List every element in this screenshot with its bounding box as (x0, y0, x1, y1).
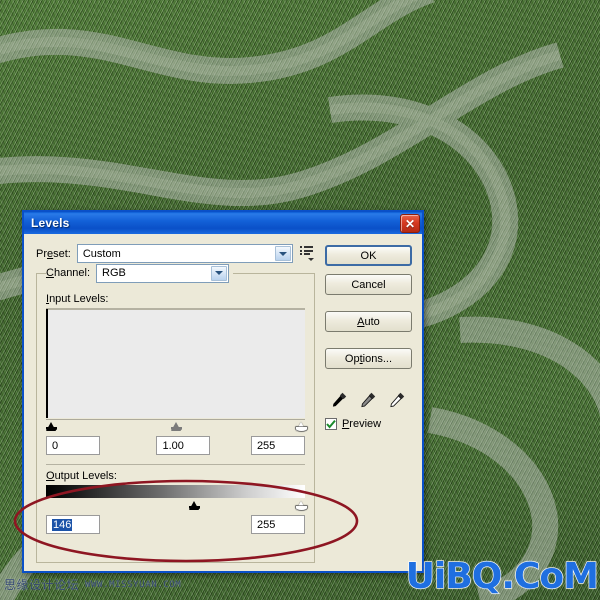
channel-label: Channel: (46, 267, 91, 279)
input-levels-label: Input Levels: (46, 293, 109, 305)
set-black-point-eyedropper[interactable] (331, 391, 348, 408)
eyedropper-group (325, 391, 412, 408)
preview-label: Preview (341, 418, 382, 430)
preset-options-icon[interactable] (299, 245, 315, 262)
input-black-field[interactable]: 0 (46, 436, 100, 455)
input-gamma-field[interactable]: 1.00 (156, 436, 211, 455)
output-levels-slider[interactable] (46, 499, 307, 510)
watermark-bottom-left: 思缘设计论坛 WWW.MISSYUAN.COM (4, 576, 181, 593)
check-icon (326, 419, 336, 429)
channel-row: Channel: RGB (46, 263, 233, 283)
chevron-down-icon (274, 246, 291, 261)
levels-dialog: Levels ✕ Preset: Custom Channel: RGB Inp… (22, 210, 424, 573)
output-black-field[interactable]: 146 (46, 515, 100, 534)
output-levels-label: Output Levels: (46, 470, 117, 482)
cancel-button[interactable]: Cancel (324, 274, 412, 295)
input-gamma-handle[interactable] (170, 422, 182, 431)
close-icon: ✕ (404, 216, 416, 231)
options-label: Options... (344, 352, 393, 365)
preview-checkbox[interactable] (324, 418, 337, 430)
dialog-titlebar[interactable]: Levels ✕ (24, 212, 422, 234)
output-black-point-handle[interactable] (188, 501, 200, 510)
histogram (46, 308, 305, 418)
auto-label: Auto (357, 315, 380, 328)
channel-value: RGB (102, 267, 126, 279)
preview-row: Preview (324, 418, 412, 430)
dialog-title: Levels (31, 216, 70, 230)
options-button[interactable]: Options... (324, 348, 412, 369)
watermark-url-text: WWW.MISSYUAN.COM (85, 579, 182, 590)
preset-label: Preset: (36, 247, 71, 260)
dialog-buttons-column: OK Cancel Auto Options... Preview (324, 243, 412, 563)
preset-row: Preset: Custom (36, 243, 315, 264)
input-black-point-handle[interactable] (45, 422, 57, 431)
ok-button[interactable]: OK (324, 245, 412, 266)
levels-groupbox: Channel: RGB Input Levels: 0 1.00 255 Ou… (36, 263, 315, 563)
output-gradient-bar (46, 485, 305, 498)
watermark-bottom-right: UiBQ.CoM (405, 555, 599, 597)
section-divider (46, 464, 305, 465)
watermark-cn-text: 思缘设计论坛 (4, 578, 80, 592)
input-levels-fields: 0 1.00 255 (46, 436, 305, 455)
input-levels-slider[interactable] (45, 419, 307, 431)
output-white-field[interactable]: 255 (250, 515, 305, 534)
input-white-field[interactable]: 255 (250, 436, 305, 455)
chevron-down-icon (211, 265, 227, 281)
auto-button[interactable]: Auto (324, 311, 412, 332)
histogram-spike (46, 309, 48, 418)
preset-dropdown[interactable]: Custom (76, 244, 293, 263)
output-levels-fields: 146 255 (46, 515, 305, 534)
dialog-body: Preset: Custom Channel: RGB Input Levels… (24, 234, 422, 571)
output-black-value: 146 (52, 518, 73, 531)
set-white-point-eyedropper[interactable] (389, 391, 406, 408)
preset-value: Custom (82, 247, 121, 260)
channel-dropdown[interactable]: RGB (96, 263, 229, 283)
input-white-point-handle[interactable] (295, 422, 307, 431)
output-white-point-handle[interactable] (295, 501, 307, 510)
set-gray-point-eyedropper[interactable] (360, 391, 377, 408)
close-button[interactable]: ✕ (400, 214, 420, 233)
levels-controls-column: Preset: Custom Channel: RGB Input Levels… (36, 243, 315, 563)
